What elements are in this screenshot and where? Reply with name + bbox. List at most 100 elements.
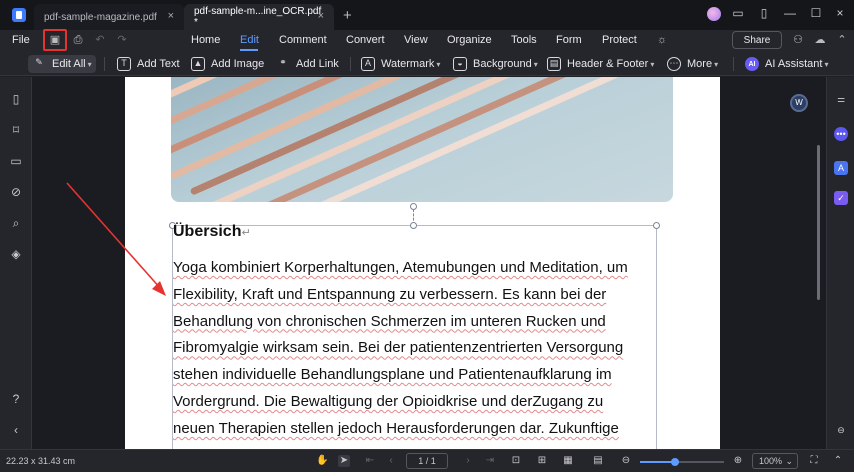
- tab-label: pdf-sample-magazine.pdf: [44, 11, 157, 23]
- text-line: stehen individuelle Behandlungsplane und…: [173, 366, 612, 384]
- close-icon[interactable]: ×: [168, 10, 174, 22]
- document-canvas[interactable]: Übersich↵ Yoga kombiniert Korperhaltunge…: [32, 77, 826, 449]
- select-tool-icon[interactable]: ➤: [338, 455, 350, 467]
- menu-view[interactable]: View: [404, 34, 428, 46]
- undo-icon[interactable]: ↶: [94, 34, 106, 46]
- header-footer-icon: ▤: [547, 57, 561, 71]
- zoom-in-icon[interactable]: ⊕: [732, 455, 744, 467]
- translate-icon[interactable]: A: [834, 161, 848, 175]
- tab-document-1[interactable]: pdf-sample-magazine.pdf ×: [34, 4, 184, 30]
- page-number-field[interactable]: 1 / 1: [406, 453, 448, 469]
- zoom-slider-knob[interactable]: [671, 458, 680, 466]
- window-maximize-button[interactable]: ☐: [808, 6, 824, 20]
- search-icon[interactable]: ⌕: [9, 216, 23, 230]
- rotate-handle[interactable]: [410, 203, 417, 210]
- vertical-scrollbar[interactable]: [817, 145, 820, 300]
- word-convert-icon[interactable]: W: [790, 94, 808, 112]
- expand-icon[interactable]: ⌃: [836, 34, 848, 46]
- fit-page-icon[interactable]: ⊡: [510, 455, 522, 467]
- text-icon: T: [117, 57, 131, 71]
- tab-bar: pdf-sample-magazine.pdf × pdf-sample-m..…: [0, 0, 854, 30]
- ai-assistant-button[interactable]: AI AI Assistant ▾: [745, 55, 829, 73]
- properties-icon[interactable]: ⚌: [834, 92, 848, 106]
- chevron-down-icon: ▾: [87, 59, 92, 69]
- zoom-level-select[interactable]: 100% ⌄: [752, 453, 798, 469]
- link-icon: ⚭: [279, 57, 287, 67]
- page-layout-icon[interactable]: ▦: [562, 455, 574, 467]
- window-minimize-button[interactable]: —: [782, 6, 798, 20]
- add-link-button[interactable]: ⚭ Add Link: [276, 55, 339, 73]
- collapse-up-icon[interactable]: ⌃: [832, 455, 844, 467]
- tab-document-2[interactable]: pdf-sample-m...ine_OCR.pdf * ×: [184, 4, 334, 30]
- menu-protect[interactable]: Protect: [602, 34, 637, 46]
- zoom-out-icon[interactable]: ⊖: [620, 455, 632, 467]
- more-button[interactable]: ⋯ More ▾: [667, 55, 718, 73]
- hierarchy-icon[interactable]: ⚇: [792, 34, 804, 46]
- header-footer-button[interactable]: ▤ Header & Footer ▾: [547, 55, 654, 73]
- attachment-icon[interactable]: ⊘: [9, 185, 23, 199]
- layers-icon[interactable]: ◈: [9, 247, 23, 261]
- menu-convert[interactable]: Convert: [346, 34, 385, 46]
- status-bar: 22.23 x 31.43 cm ✋ ➤ ⇤ ‹ 1 / 1 › ⇥ ⊡ ⊞ ▦…: [0, 449, 854, 472]
- hand-tool-icon[interactable]: ✋: [316, 455, 328, 467]
- close-icon[interactable]: ×: [318, 10, 324, 22]
- read-mode-icon[interactable]: ▤: [592, 455, 604, 467]
- body-paragraph[interactable]: Yoga kombiniert Korperhaltungen, Atemubu…: [173, 255, 653, 443]
- resize-handle-top[interactable]: [410, 222, 417, 229]
- window-close-button[interactable]: ×: [832, 6, 848, 20]
- file-menu[interactable]: File: [12, 34, 30, 46]
- menu-organize[interactable]: Organize: [447, 34, 492, 46]
- print-icon[interactable]: ⎙: [72, 34, 84, 46]
- header-footer-label: Header & Footer: [567, 58, 649, 70]
- next-page-icon[interactable]: ›: [462, 455, 474, 467]
- menu-home[interactable]: Home: [191, 34, 220, 46]
- watermark-label: Watermark: [381, 58, 435, 70]
- previous-page-icon[interactable]: ‹: [385, 455, 397, 467]
- add-image-button[interactable]: ▲ Add Image: [191, 55, 264, 73]
- watermark-button[interactable]: A Watermark ▾: [361, 55, 440, 73]
- collapse-left-icon[interactable]: ‹: [9, 423, 23, 437]
- menu-tools[interactable]: Tools: [511, 34, 537, 46]
- new-tab-button[interactable]: +: [343, 7, 352, 24]
- cloud-upload-icon[interactable]: ☁: [814, 34, 826, 46]
- help-icon[interactable]: ?: [9, 392, 23, 406]
- section-heading[interactable]: Übersich↵: [173, 223, 251, 241]
- edit-all-button[interactable]: ✎ Edit All ▾: [28, 55, 96, 73]
- add-text-button[interactable]: T Add Text: [117, 55, 180, 73]
- avatar[interactable]: [707, 7, 721, 21]
- background-icon: ◒: [453, 57, 467, 71]
- zoom-slider-fill: [640, 461, 676, 463]
- save-icon[interactable]: ▣: [49, 34, 61, 46]
- resize-handle-top-right[interactable]: [653, 222, 660, 229]
- more-label: More: [687, 58, 713, 70]
- background-button[interactable]: ◒ Background ▾: [453, 55, 538, 73]
- first-page-icon[interactable]: ⇤: [364, 455, 376, 467]
- fullscreen-icon[interactable]: ⛶: [808, 455, 820, 467]
- fit-width-icon[interactable]: ⊞: [536, 455, 548, 467]
- bookmark-icon[interactable]: ⌑: [9, 123, 23, 137]
- chat-bot-icon[interactable]: •••: [834, 127, 848, 141]
- menu-form[interactable]: Form: [556, 34, 582, 46]
- magazine-photo[interactable]: [171, 77, 673, 202]
- page-thumbnail-icon[interactable]: ▯: [9, 92, 23, 106]
- collapse-right-icon[interactable]: ⊖: [834, 423, 848, 437]
- last-page-icon[interactable]: ⇥: [484, 455, 496, 467]
- notification-icon[interactable]: ▯: [756, 6, 772, 20]
- check-icon[interactable]: ✓: [834, 191, 848, 205]
- text-line: neuen Therapien stellen jedoch Herausfor…: [173, 419, 619, 437]
- share-button[interactable]: Share: [732, 31, 782, 49]
- zoom-slider[interactable]: [640, 458, 724, 466]
- background-label: Background: [473, 58, 532, 70]
- text-line: Behandlung von chronischen Schmerzen im …: [173, 312, 606, 330]
- comment-icon[interactable]: ▭: [9, 154, 23, 168]
- menu-edit[interactable]: Edit: [240, 34, 259, 46]
- lightbulb-icon[interactable]: ☼: [656, 34, 668, 46]
- text-line: Vordergrund. Die Bewaltigung der Opioidk…: [173, 392, 604, 410]
- redo-icon[interactable]: ↷: [116, 34, 128, 46]
- pen-icon: ✎: [35, 57, 43, 67]
- menu-comment[interactable]: Comment: [279, 34, 327, 46]
- feedback-icon[interactable]: ▭: [730, 6, 746, 20]
- ai-icon: AI: [745, 57, 759, 71]
- page-dimensions: 22.23 x 31.43 cm: [6, 456, 76, 466]
- text-line: Yoga kombiniert Korperhaltungen, Atemubu…: [173, 259, 628, 276]
